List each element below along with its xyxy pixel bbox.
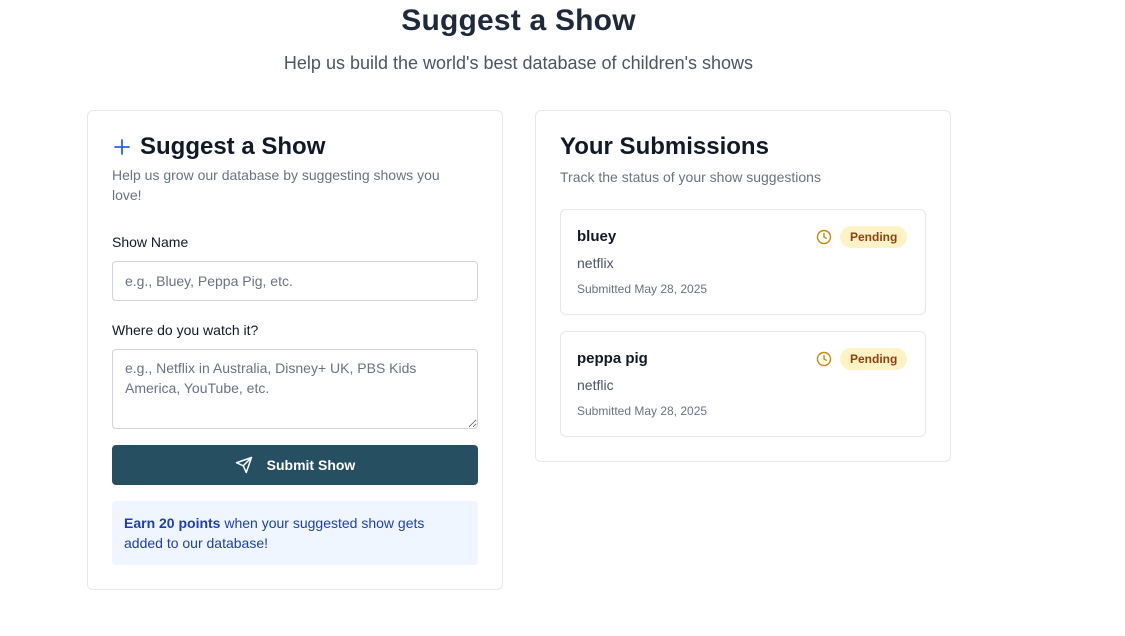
points-info-box: Earn 20 points when your suggested show … <box>112 501 478 565</box>
submit-show-label: Submit Show <box>266 457 356 473</box>
plus-icon <box>114 139 130 155</box>
suggest-card-title: Suggest a Show <box>140 133 326 160</box>
clock-icon <box>816 229 832 245</box>
page-title: Suggest a Show <box>401 4 636 37</box>
page-subtitle: Help us build the world's best database … <box>283 53 754 73</box>
submissions-card-description: Track the status of your show suggestion… <box>560 169 821 185</box>
where-watch-label: Where do you watch it? <box>112 322 259 338</box>
points-info-strong: Earn 20 points <box>124 515 221 531</box>
clock-icon <box>816 351 832 367</box>
send-icon <box>235 456 252 474</box>
suggest-card-header: Suggest a Show <box>112 133 325 161</box>
submission-date: Submitted May 28, 2025 <box>577 282 708 296</box>
show-name-label: Show Name <box>112 234 189 250</box>
submit-show-button[interactable]: Submit Show <box>112 445 478 485</box>
submission-name: peppa pig <box>577 350 648 367</box>
submission-platform: netflic <box>577 377 614 393</box>
submissions-card-title: Your Submissions <box>560 133 769 160</box>
suggest-card-description: Help us grow our database by suggesting … <box>112 167 440 203</box>
suggest-show-card: Suggest a Show Help us grow our database… <box>87 110 503 590</box>
submission-item: bluey netflix Submitted May 28, 2025 Pen… <box>560 209 926 315</box>
submission-name: bluey <box>577 228 617 245</box>
submissions-card-header: Your Submissions <box>560 133 769 161</box>
status-badge: Pending <box>840 348 908 370</box>
submission-platform: netflix <box>577 255 614 271</box>
submissions-card: Your Submissions Track the status of you… <box>535 110 951 462</box>
submission-date: Submitted May 28, 2025 <box>577 404 708 418</box>
status-badge: Pending <box>840 226 908 248</box>
submission-item: peppa pig netflic Submitted May 28, 2025… <box>560 331 926 437</box>
where-watch-textarea[interactable] <box>112 349 478 429</box>
show-name-input[interactable] <box>112 261 478 301</box>
